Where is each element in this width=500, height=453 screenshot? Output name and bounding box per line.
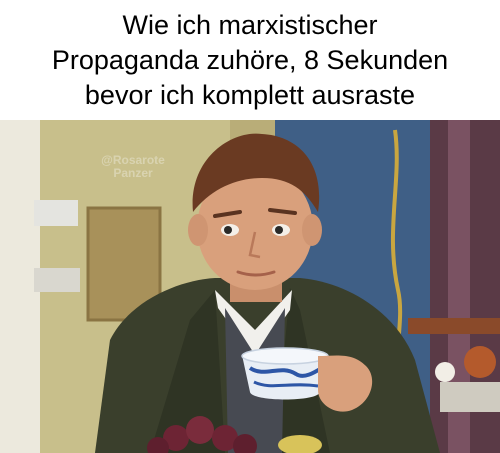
grape — [186, 416, 214, 444]
caption-line-1: Wie ich marxistischer — [122, 9, 378, 40]
photo-illustration — [0, 120, 500, 453]
ear-right — [302, 214, 322, 246]
caption-line-3: bevor ich komplett ausraste — [84, 79, 416, 110]
caption-line-2: Propaganda zuhöre, 8 Sekunden — [51, 44, 449, 75]
cake — [464, 346, 496, 378]
plate — [440, 382, 500, 412]
teacup-rim — [241, 347, 329, 365]
watermark: @Rosarote Panzer — [78, 154, 188, 180]
watermark-name: Panzer — [113, 166, 153, 180]
shelf-items — [34, 268, 80, 292]
ear-left — [188, 214, 208, 246]
pupil-left — [224, 226, 232, 234]
shelf-jar — [34, 200, 78, 226]
cake-shelf — [408, 318, 500, 334]
meme-photo: @Rosarote Panzer — [0, 120, 500, 453]
meme-caption: Wie ich marxistischer Propaganda zuhöre,… — [0, 0, 500, 120]
pupil-right — [275, 226, 283, 234]
dessert — [435, 362, 455, 382]
